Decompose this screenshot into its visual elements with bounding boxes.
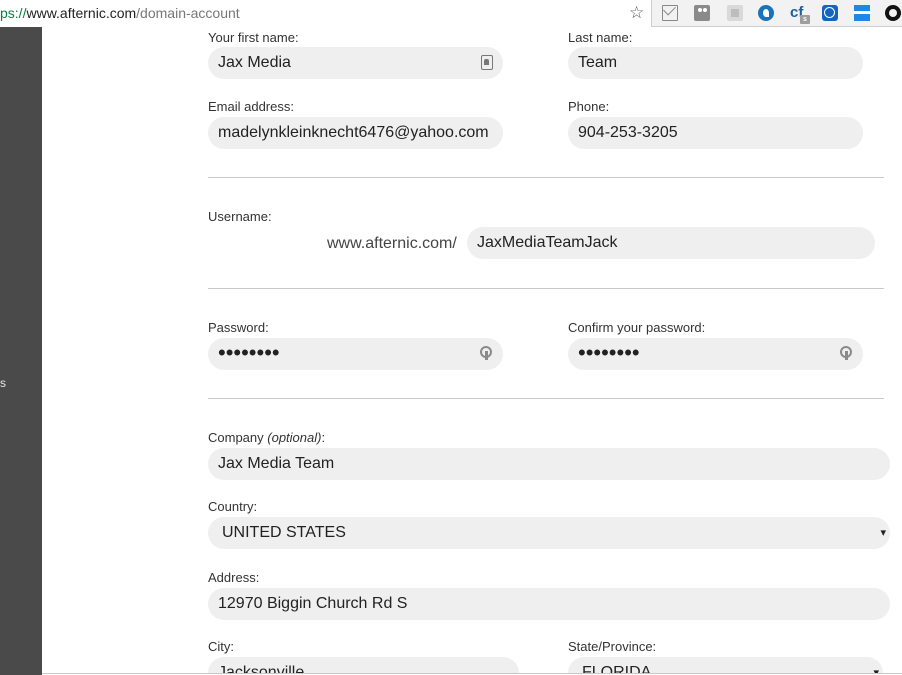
browser-toolbar: ps://www.afternic.com/domain-account ☆ c… — [0, 0, 902, 27]
company-value: Jax Media Team — [218, 455, 335, 472]
url-scheme: ps:// — [0, 5, 27, 21]
bookmark-star-icon[interactable]: ☆ — [629, 3, 644, 23]
chevron-down-icon: ▾ — [880, 527, 886, 539]
chevron-down-icon: ▾ — [873, 667, 879, 673]
first-name-value: Jax Media — [218, 54, 291, 71]
password-key-icon[interactable] — [839, 345, 855, 363]
confirm-password-field[interactable]: •••••••• — [568, 338, 863, 370]
sidebar-fragment: s — [0, 376, 6, 390]
phone-field[interactable]: 904-253-3205 — [568, 117, 863, 149]
confirm-password-value: •••••••• — [578, 340, 640, 365]
email-field[interactable]: madelynkleinknecht6476@yahoo.com — [208, 117, 503, 149]
address-bar[interactable]: ps://www.afternic.com/domain-account ☆ — [0, 0, 652, 27]
country-select[interactable]: UNITED STATES ▾ — [208, 517, 890, 549]
password-field[interactable]: •••••••• — [208, 338, 503, 370]
compass-icon[interactable] — [822, 5, 838, 21]
mail-icon[interactable] — [662, 5, 678, 21]
pages-icon[interactable] — [727, 5, 743, 21]
address-field[interactable]: 12970 Biggin Church Rd S — [208, 588, 890, 620]
first-name-label: Your first name: — [208, 30, 299, 45]
first-name-field[interactable]: Jax Media — [208, 47, 503, 79]
company-label-text: Company — [208, 430, 264, 445]
username-field[interactable]: JaxMediaTeamJack — [467, 227, 875, 259]
last-name-label: Last name: — [568, 30, 633, 45]
url-text: ps://www.afternic.com/domain-account — [0, 5, 240, 21]
username-label: Username: — [208, 209, 272, 224]
username-prefix: www.afternic.com/ — [327, 235, 457, 252]
city-value: Jacksonville — [218, 664, 305, 673]
url-path: /domain-account — [136, 5, 240, 21]
state-value: FLORIDA — [582, 664, 652, 673]
email-label: Email address: — [208, 99, 294, 114]
last-name-field[interactable]: Team — [568, 47, 863, 79]
city-label: City: — [208, 639, 234, 654]
chat-icon[interactable] — [885, 5, 901, 21]
state-select[interactable]: FLORIDA ▾ — [568, 657, 883, 673]
phone-label: Phone: — [568, 99, 610, 114]
url-host: www.afternic.com — [26, 5, 137, 21]
cf-icon[interactable]: cf s — [790, 3, 812, 25]
address-label: Address: — [208, 570, 260, 585]
confirm-password-label: Confirm your password: — [568, 320, 706, 335]
section-divider — [208, 398, 884, 399]
password-key-icon[interactable] — [479, 345, 495, 363]
page-bottom-border — [42, 673, 902, 674]
contact-card-icon[interactable] — [481, 55, 493, 70]
people-icon[interactable] — [694, 5, 710, 21]
company-field[interactable]: Jax Media Team — [208, 448, 890, 480]
username-value: JaxMediaTeamJack — [477, 234, 618, 251]
state-label: State/Province: — [568, 639, 657, 654]
password-label: Password: — [208, 320, 269, 335]
company-label-colon: : — [321, 430, 326, 445]
country-label: Country: — [208, 499, 258, 514]
city-field[interactable]: Jacksonville — [208, 657, 519, 673]
country-value: UNITED STATES — [222, 524, 346, 541]
left-sidebar: s — [0, 27, 42, 675]
section-divider — [208, 177, 884, 178]
bird-icon[interactable] — [758, 5, 774, 21]
address-value: 12970 Biggin Church Rd S — [218, 595, 408, 612]
company-label: Company (optional): — [208, 430, 325, 445]
password-value: •••••••• — [218, 340, 280, 365]
email-value: madelynkleinknecht6476@yahoo.com — [218, 124, 489, 141]
cf-badge: s — [800, 15, 810, 24]
section-divider — [208, 288, 884, 289]
last-name-value: Team — [578, 54, 618, 71]
menu-icon[interactable] — [854, 5, 870, 21]
company-optional-note: (optional) — [267, 430, 322, 445]
phone-value: 904-253-3205 — [578, 124, 678, 141]
